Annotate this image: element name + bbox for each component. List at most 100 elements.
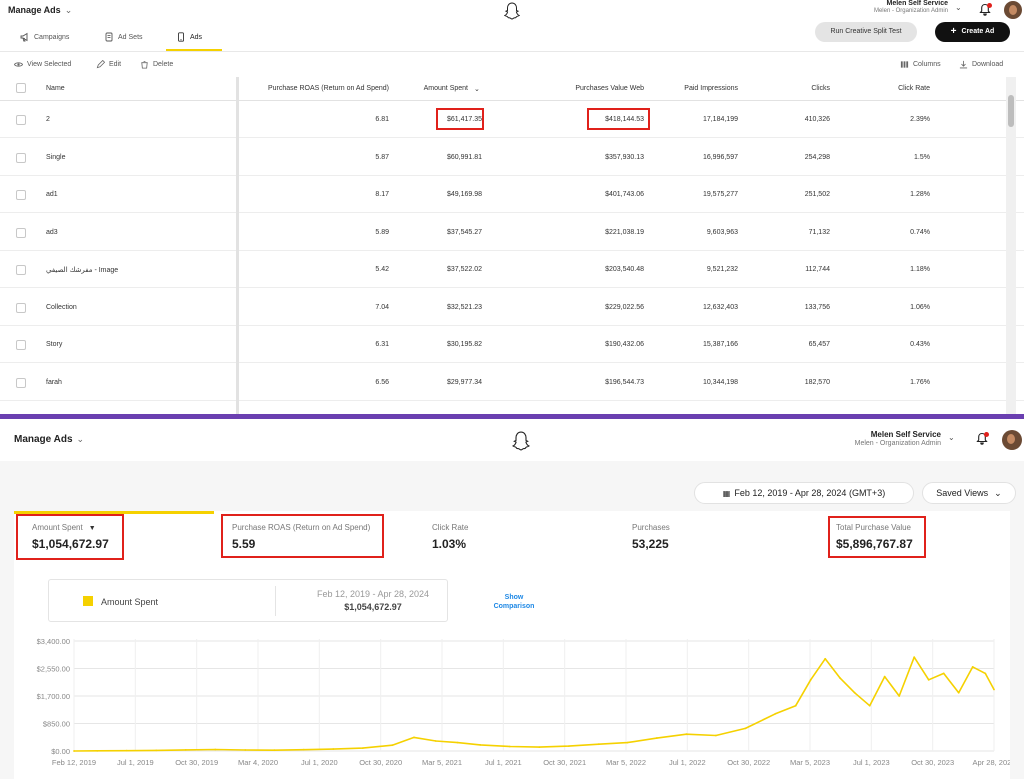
account-role: Melen - Organization Admin (873, 8, 948, 14)
data-point (809, 678, 812, 681)
cell-roas: 5.42 (375, 266, 389, 273)
scrollbar-thumb[interactable] (1008, 95, 1014, 127)
table-row[interactable]: Collection 7.04 $32,521.23 $229,022.56 12,63… (0, 289, 1024, 326)
table-row[interactable]: ad3 5.89 $37,545.27 $221,038.19 9,603,963 71,… (0, 214, 1024, 251)
table-row[interactable]: farah 6.56 $29,977.34 $196,544.73 10,344,198… (0, 364, 1024, 401)
snapchat-ghost-icon (512, 431, 530, 451)
notifications-bell-icon[interactable] (975, 432, 989, 446)
table-row[interactable]: Single 5.87 $60,991.81 $357,930.13 16,996,59… (0, 139, 1024, 176)
cell-clicks: 254,298 (804, 153, 830, 161)
cell-name[interactable]: مفرشك الصيفي - Image (46, 266, 118, 274)
create-ad-button[interactable]: + Create Ad (935, 22, 1010, 42)
row-checkbox[interactable] (16, 377, 26, 388)
date-range-picker[interactable]: ▦ Feb 12, 2019 - Apr 28, 2024 (GMT+3) (694, 482, 914, 504)
cell-name[interactable]: ad1 (46, 191, 58, 198)
columns-button[interactable]: Columns (900, 60, 941, 69)
metric-click-rate[interactable]: Click Rate 1.03% (424, 511, 544, 561)
data-point (332, 748, 335, 750)
tab-campaigns[interactable]: Campaigns (20, 28, 69, 46)
column-header-clicks[interactable]: Clicks (780, 85, 830, 92)
cell-name[interactable]: Single (46, 154, 65, 161)
chevron-down-icon[interactable]: ⌄ (955, 3, 962, 12)
column-header-purchases-value-web[interactable]: Purchases Value Web (548, 85, 644, 92)
chevron-down-icon: ⌄ (64, 5, 73, 15)
tab-ads[interactable]: Ads (176, 28, 202, 46)
column-header-roas[interactable]: Purchase ROAS (Return on Ad Spend) (253, 85, 389, 92)
amount-spent-line-chart: $0.00 $850.00 $1,700.00 $2,550.00 $3,400.00 F… (37, 637, 1010, 767)
cell-clicks: 251,502 (804, 191, 830, 198)
y-tick-label: $3,400.00 (37, 637, 70, 646)
cell-paid-impressions: 19,575,277 (702, 191, 738, 198)
highlight-box (587, 108, 650, 130)
plus-icon: + (950, 26, 957, 37)
table-row[interactable]: مفرشك الصيفي - Image 5.42 $37,522.02 $203,5… (0, 251, 1024, 288)
saved-views-dropdown[interactable]: Saved Views ⌄ (922, 482, 1016, 504)
edit-button[interactable]: Edit (96, 60, 121, 69)
tab-label: Campaigns (34, 33, 70, 41)
account-info[interactable]: Melen Self Service Melen - Organization … (800, 430, 941, 447)
account-info[interactable]: Melen Self Service Melen - Organization … (800, 0, 948, 14)
cell-name[interactable]: Story (46, 341, 62, 348)
cell-click-rate: 1.28% (910, 191, 930, 198)
cell-name[interactable]: farah (46, 379, 62, 386)
table-row[interactable]: 2 6.81 $61,417.35 $418,144.53 17,184,199 410,… (0, 101, 1024, 138)
cell-roas: 6.81 (375, 116, 389, 123)
chevron-down-icon[interactable]: ⌄ (948, 433, 955, 442)
column-header-paid-impressions[interactable]: Paid Impressions (660, 85, 738, 92)
cell-paid-impressions: 9,603,963 (706, 228, 738, 236)
row-checkbox[interactable] (16, 115, 26, 125)
x-tick-label: Mar 5, 2022 (606, 758, 646, 767)
table-row[interactable]: ad1 8.17 $49,169.98 $401,743.06 19,575,277 25… (0, 176, 1024, 213)
avatar[interactable] (1004, 1, 1022, 19)
x-tick-label: Mar 5, 2023 (790, 758, 830, 767)
app-title-dropdown[interactable]: Manage Ads ⌄ (14, 434, 84, 445)
cell-name[interactable]: ad3 (46, 229, 58, 236)
table-row[interactable]: Story 6.31 $30,195.82 $190,432.06 15,387,166… (0, 326, 1024, 363)
data-point (957, 691, 960, 694)
row-checkbox[interactable] (16, 265, 26, 275)
column-header-name[interactable]: Name (46, 85, 65, 92)
series-line-amount-spent (73, 656, 995, 752)
table-header-row: Name Purchase ROAS (Return on Ad Spend) … (0, 77, 1024, 101)
view-selected-button[interactable]: View Selected (14, 60, 71, 69)
cell-purchases-value-web: $401,743.06 (605, 191, 644, 198)
run-creative-split-test-button[interactable]: Run Creative Split Test (815, 22, 917, 42)
metric-purchases[interactable]: Purchases 53,225 (624, 511, 744, 561)
app-title: Manage Ads (14, 434, 73, 445)
select-all-checkbox[interactable] (16, 83, 26, 93)
cell-clicks: 182,570 (804, 378, 830, 386)
table-scrollbar[interactable] (1006, 77, 1016, 414)
data-point (993, 688, 995, 691)
avatar[interactable] (1002, 430, 1022, 450)
notification-dot (984, 432, 989, 437)
data-point (302, 748, 305, 751)
data-point (626, 741, 629, 744)
active-tab-indicator (166, 49, 222, 51)
view-selected-label: View Selected (27, 61, 72, 68)
metric-value: 1.03% (432, 537, 467, 551)
row-checkbox[interactable] (16, 302, 26, 313)
snapchat-ghost-icon (504, 2, 520, 20)
cell-name[interactable]: 2 (46, 116, 50, 123)
tab-ad-sets[interactable]: Ad Sets (104, 28, 143, 46)
row-checkbox[interactable] (16, 190, 26, 200)
sort-desc-icon[interactable]: ⌄ (474, 85, 480, 93)
phone-icon (178, 32, 184, 42)
frozen-column-divider[interactable] (236, 77, 239, 414)
data-point (794, 704, 797, 707)
row-checkbox[interactable] (16, 340, 26, 350)
delete-button[interactable]: Delete (140, 60, 173, 69)
notifications-bell-icon[interactable] (978, 3, 992, 17)
data-point (73, 750, 75, 752)
column-header-amount-spent[interactable]: Amount Spent (400, 85, 468, 92)
cell-purchases-value-web: $221,038.19 (605, 228, 644, 236)
row-checkbox[interactable] (16, 227, 26, 238)
chart-card: Amount Spent Feb 12, 2019 - Apr 28, 2024… (14, 561, 1010, 779)
row-checkbox[interactable] (16, 152, 26, 163)
download-button[interactable]: Download (959, 60, 1003, 69)
data-point (868, 704, 871, 707)
column-header-click-rate[interactable]: Click Rate (880, 85, 930, 92)
highlight-box (221, 514, 384, 558)
cell-name[interactable]: Collection (46, 304, 77, 311)
app-title-dropdown[interactable]: Manage Ads ⌄ (8, 5, 72, 16)
